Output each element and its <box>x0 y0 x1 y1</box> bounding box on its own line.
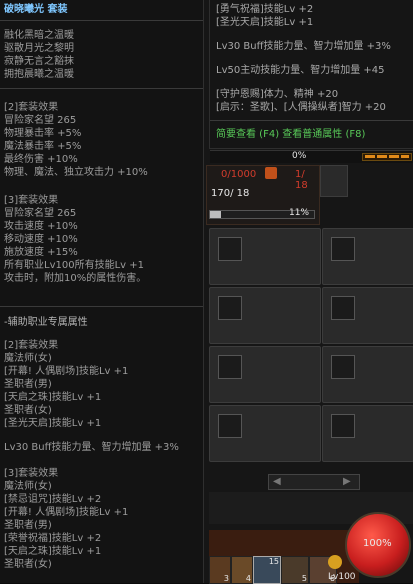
aux-effect-line: [荣誉祝福]技能Lv +2 <box>4 533 102 544</box>
hotbar-slot[interactable]: 3 <box>209 556 231 584</box>
aux-effect-line: 魔法师(女) <box>4 481 52 492</box>
top-status-bar: 0% <box>210 150 413 163</box>
next-page-icon[interactable]: ▶ <box>343 476 351 487</box>
aux-effect-line: [圣光天启]技能Lv +1 <box>4 418 102 429</box>
aux-effect-line: [天启之珠]技能Lv +1 <box>4 546 102 557</box>
inventory-slot[interactable] <box>322 228 413 285</box>
inventory-slot[interactable] <box>209 287 321 344</box>
inventory-slot[interactable] <box>209 228 321 285</box>
skill-line: [启示：圣歌]、[人偶操纵者]智力 +20 <box>216 102 386 113</box>
set-effect-2-header: [2]套装效果 <box>4 102 59 113</box>
set-effect-line: 最终伤害 +10% <box>4 154 78 165</box>
set-item: 融化黑暗之温暖 <box>4 30 74 41</box>
item-tooltip-continued: [勇气祝福]技能Lv +2 [圣光天启]技能Lv +1 Lv30 Buff技能力… <box>209 0 413 149</box>
set-effect-3-header: [3]套装效果 <box>4 195 59 206</box>
sub-counter: 170/ 18 <box>211 188 250 199</box>
set-effect-line: 施放速度 +15% <box>4 247 78 258</box>
active-skill-line: Lv50主动技能力量、智力增加量 +45 <box>216 65 385 76</box>
set-effect-line: 移动速度 +10% <box>4 234 78 245</box>
aux-effect-line: 圣职者(男) <box>4 520 52 531</box>
hp-orb-label: 100% <box>363 538 392 549</box>
set-item: 驱散月光之黎明 <box>4 43 74 54</box>
inventory-slot[interactable] <box>209 346 321 403</box>
set-item: 寂静无言之豁抹 <box>4 56 74 67</box>
page-nav: ◀ ▶ <box>268 474 360 490</box>
divider <box>210 120 413 121</box>
set-effect-line: 物理暴击率 +5% <box>4 128 82 139</box>
buff-icon <box>265 167 277 179</box>
inventory-slot[interactable] <box>209 405 321 462</box>
set-effect-line: 冒险家名望 265 <box>4 115 77 126</box>
set-effect-line: 物理、魔法、独立攻击力 +10% <box>4 167 148 178</box>
inventory-slot[interactable] <box>322 405 413 462</box>
party-status-panel[interactable]: 0/1000 1/ 18 170/ 18 11% <box>206 165 320 225</box>
aux-effect-3-header: [3]套装效果 <box>4 468 59 479</box>
aux-effect-line: [天启之珠]技能Lv +1 <box>4 392 102 403</box>
inventory-slot[interactable] <box>322 346 413 403</box>
set-effect-line: 攻击速度 +10% <box>4 221 78 232</box>
aux-effect-2-header: [2]套装效果 <box>4 340 59 351</box>
aux-header: -辅助职业专属属性 <box>4 317 88 328</box>
aux-effect-line: 圣职者(女) <box>4 405 52 416</box>
divider <box>0 20 203 21</box>
level-icon <box>328 555 342 569</box>
skill-line: [圣光天启]技能Lv +1 <box>216 17 314 28</box>
set-effect-line: 攻击时，附加10%的属性伤害。 <box>4 273 147 284</box>
set-effect-line: 所有职业Lv100所有技能Lv +1 <box>4 260 144 271</box>
side-slot[interactable] <box>320 165 348 197</box>
hotbar-slot[interactable]: 4 <box>231 556 253 584</box>
top-progress-label: 0% <box>292 151 307 161</box>
mid-progress-label: 11% <box>289 208 310 218</box>
prev-page-icon[interactable]: ◀ <box>273 476 281 487</box>
aux-effect-line: 圣职者(女) <box>4 559 52 570</box>
set-title: 破晓曦光 套装 <box>4 4 68 15</box>
skill-line: [勇气祝福]技能Lv +2 <box>216 4 314 15</box>
level-label: Lv100 <box>328 572 356 582</box>
divider <box>0 306 203 307</box>
inventory-slot[interactable] <box>322 287 413 344</box>
aux-effect-line: [开幕! 人偶剧场]技能Lv +1 <box>4 507 129 518</box>
set-effect-line: 魔法暴击率 +5% <box>4 141 82 152</box>
party-counter: 1/ 18 <box>295 169 308 191</box>
aux-effect-line: 魔法师(女) <box>4 353 52 364</box>
orange-gauge <box>362 153 412 161</box>
hotbar-slot[interactable]: 15 <box>253 556 281 584</box>
hp-orb: 100% <box>345 512 411 578</box>
aux-effect-line: [开幕! 人偶剧场]技能Lv +1 <box>4 366 129 377</box>
aux-effect-line: Lv30 Buff技能力量、智力增加量 +3% <box>4 442 179 453</box>
hotbar-slot[interactable]: 5 <box>281 556 309 584</box>
divider <box>0 88 203 89</box>
set-tooltip: 破晓曦光 套装 融化黑暗之温暖 驱散月光之黎明 寂静无言之豁抹 拥抱晨曦之温暖 … <box>0 0 204 583</box>
view-toggle-link[interactable]: 简要查看 (F4) 查看普通属性 (F8) <box>216 128 365 141</box>
set-effect-line: 冒险家名望 265 <box>4 208 77 219</box>
set-item: 拥抱晨曦之温暖 <box>4 69 74 80</box>
aux-effect-line: 圣职者(男) <box>4 379 52 390</box>
aux-effect-line: [禁忌诅咒]技能Lv +2 <box>4 494 102 505</box>
buff-line: Lv30 Buff技能力量、智力增加量 +3% <box>216 41 391 52</box>
hp-counter: 0/1000 <box>221 169 257 180</box>
skill-line: [守护恩赐]体力、精神 +20 <box>216 89 339 100</box>
